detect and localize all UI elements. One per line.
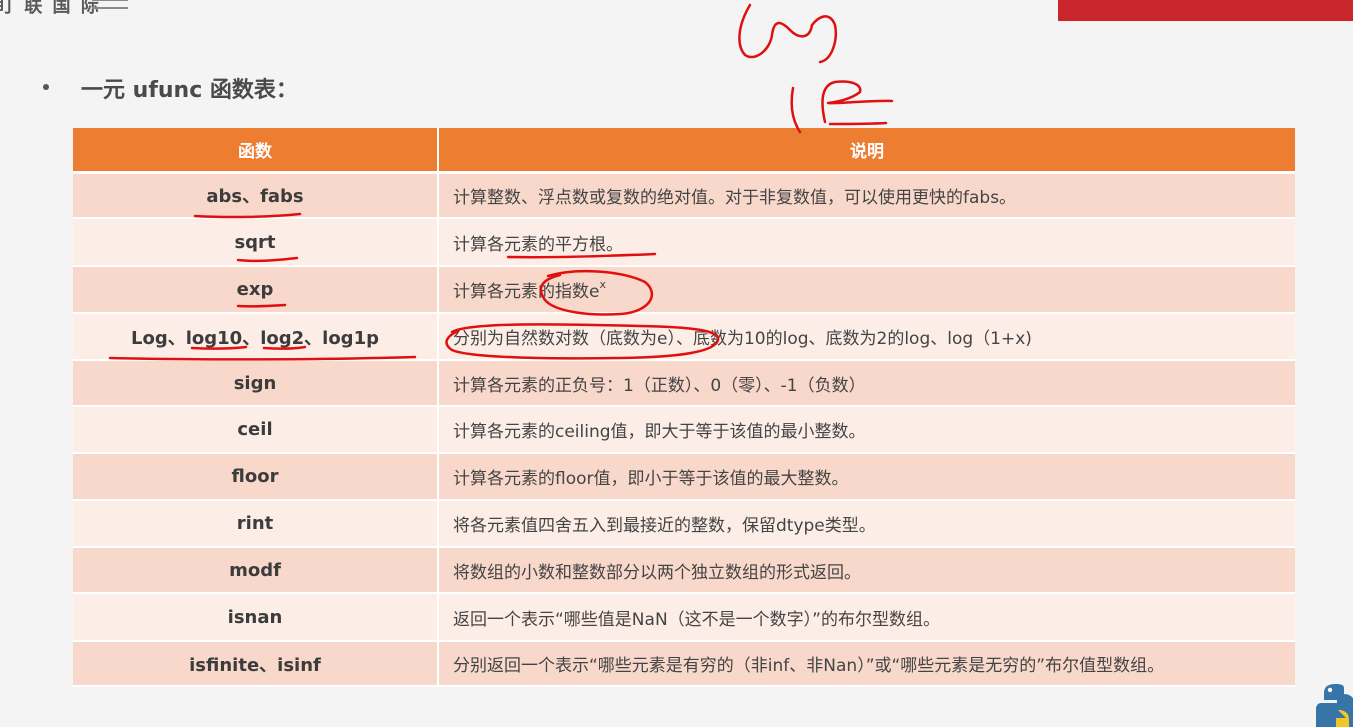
table-row: rint 将各元素值四舍五入到最接近的整数，保留dtype类型。 [73,500,1295,548]
function-description-cell: 计算各元素的指数ex [438,266,1295,314]
function-name: sign [73,360,439,407]
function-description: 将数组的小数和整数部分以两个独立数组的形式返回。 [438,547,1295,594]
ufunc-table: 函数 说明 abs、fabs 计算整数、浮点数或复数的绝对值。对于非复数值，可以… [73,128,1295,687]
function-name: sqrt [73,218,439,267]
function-name: modf [73,547,439,594]
table-row: sqrt 计算各元素的平方根。 [73,218,1295,267]
table-row: modf 将数组的小数和整数部分以两个独立数组的形式返回。 [73,547,1295,594]
function-name: ceil [73,406,439,454]
header-function: 函数 [73,128,439,174]
function-description: 计算各元素的正负号：1（正数）、0（零）、-1（负数） [438,360,1295,407]
function-description: 计算各元素的ceiling值，即大于等于该值的最小整数。 [438,406,1295,454]
function-name: floor [73,453,439,501]
table-row: isfinite、isinf 分别返回一个表示“哪些元素是有穷的（非inf、非N… [73,641,1295,687]
header-description: 说明 [438,128,1295,174]
function-description: 计算各元素的指数e [453,282,600,302]
table-row: abs、fabs 计算整数、浮点数或复数的绝对值。对于非复数值，可以使用更快的f… [73,172,1295,219]
python-logo-icon [1316,684,1353,727]
table-header-row: 函数 说明 [73,128,1295,174]
function-name: isnan [73,593,439,642]
function-description: 计算各元素的floor值，即小于等于该值的最大整数。 [438,453,1295,501]
exponent: x [599,278,606,292]
function-name: abs、fabs [73,172,439,219]
function-name: exp [73,266,439,314]
annotation-e-scribble [790,80,894,134]
function-description: 将各元素值四舍五入到最接近的整数，保留dtype类型。 [438,500,1295,548]
function-name: isfinite、isinf [73,641,439,687]
top-red-bar [1058,0,1353,21]
function-description: 计算整数、浮点数或复数的绝对值。对于非复数值，可以使用更快的fabs。 [438,172,1295,219]
logo: 盯 联 国 际 [0,0,101,18]
function-description: 分别返回一个表示“哪些元素是有穷的（非inf、非Nan）”或“哪些元素是无穷的”… [438,641,1295,687]
function-name: Log、log10、log2、log1p [73,313,439,361]
bullet-icon [43,84,49,90]
table-row: Log、log10、log2、log1p 分别为自然数对数（底数为e）、底数为1… [73,313,1295,361]
table-row: isnan 返回一个表示“哪些值是NaN（这不是一个数字）”的布尔型数组。 [73,593,1295,642]
logo-subtitle [92,0,128,9]
function-name: rint [73,500,439,548]
annotation-log-scribble [738,3,837,64]
function-description: 返回一个表示“哪些值是NaN（这不是一个数字）”的布尔型数组。 [438,593,1295,642]
table-row: floor 计算各元素的floor值，即小于等于该值的最大整数。 [73,453,1295,501]
function-description: 计算各元素的平方根。 [438,218,1295,267]
table-row: exp 计算各元素的指数ex [73,266,1295,314]
logo-text: 盯 联 国 际 [0,0,101,17]
slide-heading: 一元 ufunc 函数表： [81,78,298,103]
table-row: ceil 计算各元素的ceiling值，即大于等于该值的最小整数。 [73,406,1295,454]
function-description: 分别为自然数对数（底数为e）、底数为10的log、底数为2的log、log（1+… [438,313,1295,361]
table-row: sign 计算各元素的正负号：1（正数）、0（零）、-1（负数） [73,360,1295,407]
